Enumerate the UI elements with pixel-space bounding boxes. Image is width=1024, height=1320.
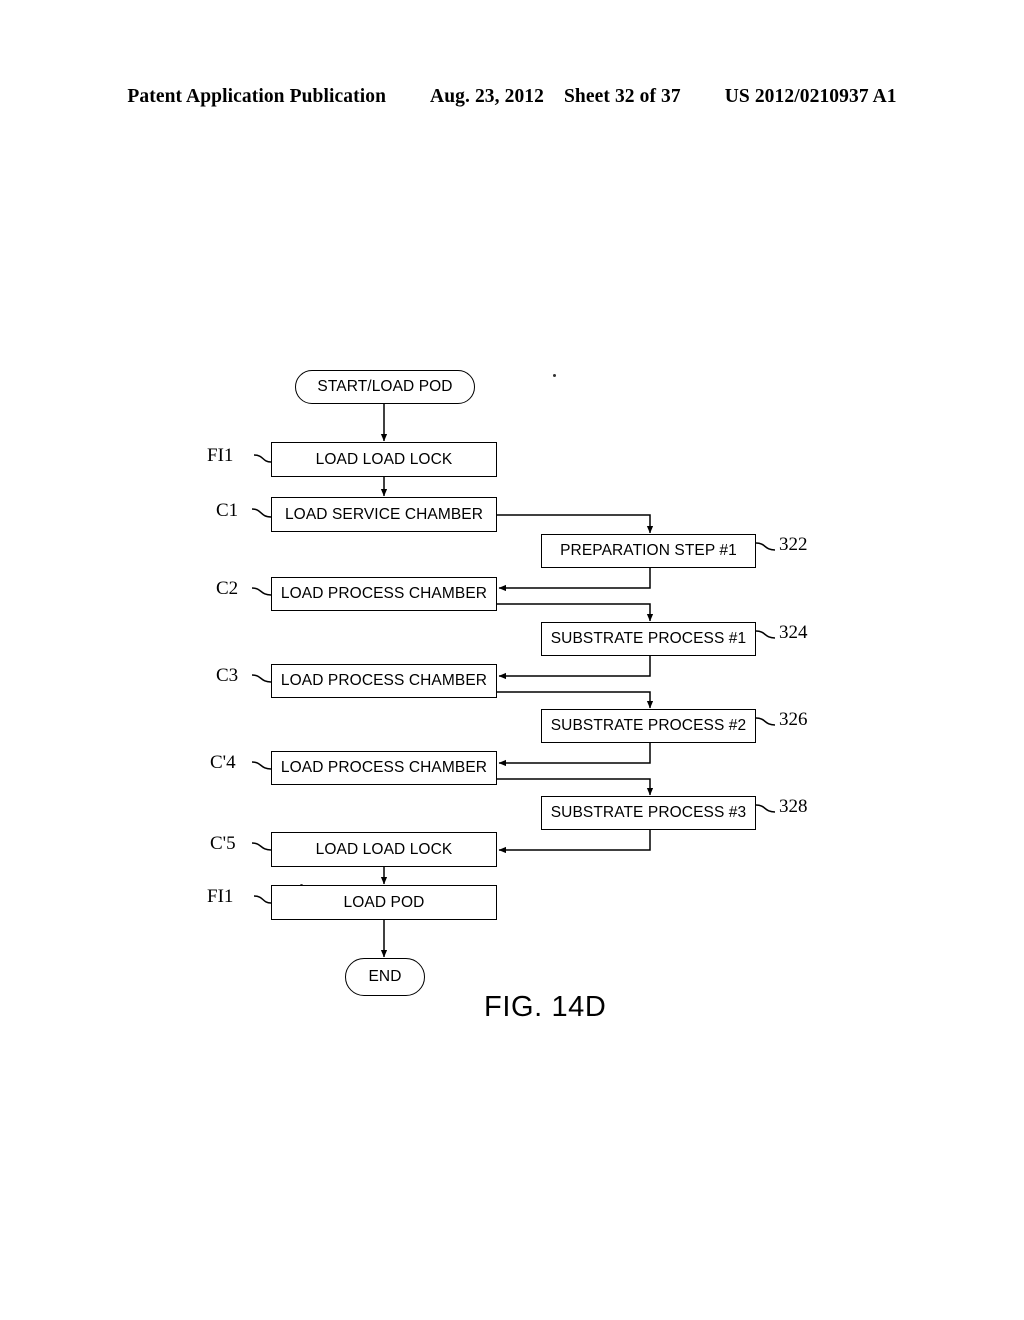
node-load-service-chamber: LOAD SERVICE CHAMBER — [271, 497, 497, 532]
node-substrate-process-1: SUBSTRATE PROCESS #1 — [541, 622, 756, 656]
leader-c3 — [251, 674, 272, 683]
label-c2: C2 — [216, 578, 239, 599]
label-fi1-bottom: FI1 — [207, 886, 234, 907]
label-c5: C'5 — [210, 833, 236, 854]
edge-loadservicechamber-to-preparationstep1 — [497, 514, 654, 534]
ref-numeral-322: 322 — [779, 534, 808, 555]
ref-numeral-326: 326 — [779, 709, 808, 730]
node-start: START/LOAD POD — [295, 370, 475, 404]
flowchart-connectors — [251, 404, 776, 958]
leader-ref-328 — [755, 804, 776, 813]
node-load-pod: LOAD POD — [271, 885, 497, 920]
leader-c5 — [251, 842, 272, 851]
label-c1: C1 — [216, 500, 239, 521]
label-c3: C3 — [216, 665, 239, 686]
node-preparation-step-1: PREPARATION STEP #1 — [541, 534, 756, 568]
leader-ref-324 — [755, 630, 776, 639]
leader-fi1-bottom — [253, 895, 272, 904]
node-end: END — [345, 958, 425, 996]
label-fi1-top: FI1 — [207, 445, 234, 466]
leader-fi1-top — [253, 454, 272, 463]
node-load-process-chamber-1: LOAD PROCESS CHAMBER — [271, 577, 497, 611]
leader-ref-322 — [755, 542, 776, 551]
node-substrate-process-2: SUBSTRATE PROCESS #2 — [541, 709, 756, 743]
leader-c2 — [251, 587, 272, 596]
edge-preparationstep1-to-loadprocesschamber1 — [498, 568, 651, 592]
node-load-process-chamber-2: LOAD PROCESS CHAMBER — [271, 664, 497, 698]
leader-c4 — [251, 761, 272, 770]
ref-numeral-324: 324 — [779, 622, 808, 643]
edge-loadprocesschamber3-to-substrateprocess3 — [497, 778, 654, 796]
node-load-process-chamber-3: LOAD PROCESS CHAMBER — [271, 751, 497, 785]
edge-substrateprocess3-to-loadloadlock2 — [498, 830, 651, 854]
scan-speck — [553, 374, 556, 377]
flowchart-figure: START/LOAD POD LOAD LOAD LOCK LOAD SERVI… — [0, 0, 1024, 1320]
node-load-load-lock-1: LOAD LOAD LOCK — [271, 442, 497, 477]
leader-c1 — [251, 508, 272, 518]
edge-loadprocesschamber2-to-substrateprocess2 — [497, 691, 654, 709]
edge-substrateprocess2-to-loadprocesschamber3 — [498, 743, 651, 767]
figure-caption: FIG. 14D — [484, 991, 607, 1023]
ref-numeral-328: 328 — [779, 796, 808, 817]
leader-ref-326 — [755, 717, 776, 726]
node-load-load-lock-2: LOAD LOAD LOCK — [271, 832, 497, 867]
label-c4: C'4 — [210, 752, 236, 773]
edge-loadprocesschamber1-to-substrateprocess1 — [497, 603, 654, 622]
edge-substrateprocess1-to-loadprocesschamber2 — [498, 656, 651, 680]
node-substrate-process-3: SUBSTRATE PROCESS #3 — [541, 796, 756, 830]
